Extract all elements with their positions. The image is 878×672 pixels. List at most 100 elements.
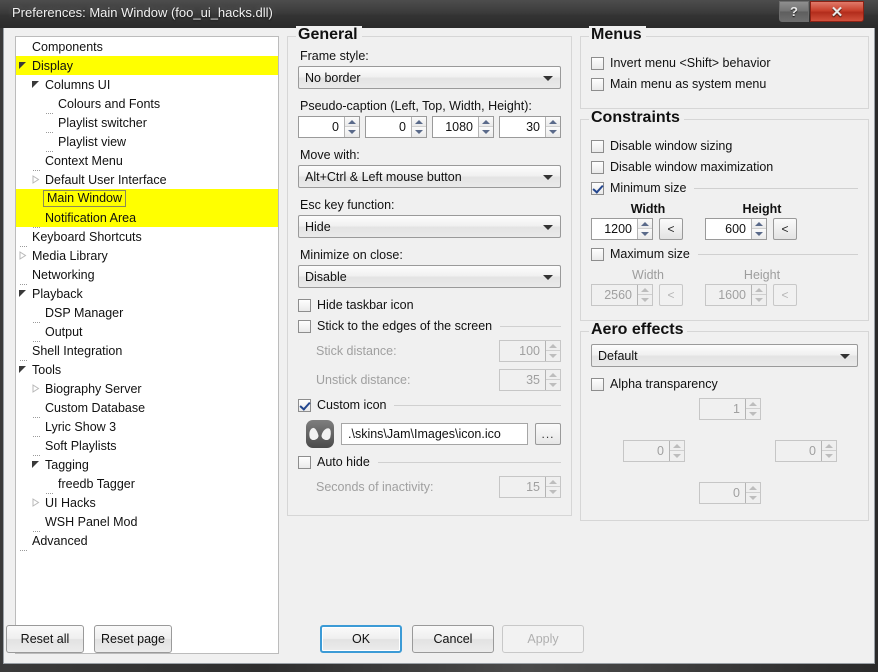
disable-sizing-checkbox[interactable] xyxy=(591,139,604,153)
stepper-buttons[interactable] xyxy=(637,219,652,239)
disable-sizing-row[interactable]: Disable window sizing xyxy=(591,139,858,153)
auto-hide-checkbox[interactable] xyxy=(298,455,311,469)
tree-expander-closed-icon[interactable] xyxy=(29,384,42,393)
tree-item-output[interactable]: Output xyxy=(16,322,278,342)
stepper-buttons[interactable] xyxy=(411,117,426,137)
help-button[interactable]: ? xyxy=(779,1,809,22)
tree-item-playback[interactable]: Playback xyxy=(16,284,278,303)
tree-item-notification-area[interactable]: Notification Area xyxy=(16,208,278,228)
browse-button[interactable]: ... xyxy=(535,423,561,445)
min-width-stepper[interactable]: 1200 xyxy=(591,218,653,240)
tree-expander-closed-icon[interactable] xyxy=(29,498,42,507)
ok-button[interactable]: OK xyxy=(320,625,402,653)
right-column: Menus Invert menu <Shift> behavior Main … xyxy=(580,26,869,531)
tree-item-default-user-interface[interactable]: Default User Interface xyxy=(16,170,278,189)
aero-preset-combo[interactable]: Default xyxy=(591,344,858,367)
tree-item-colours-and-fonts[interactable]: Colours and Fonts xyxy=(16,94,278,114)
invert-shift-checkbox[interactable] xyxy=(591,56,604,70)
tree-expander-closed-icon[interactable] xyxy=(29,175,42,184)
preferences-tree[interactable]: Components Display Columns UI Colours and F… xyxy=(15,36,279,654)
main-menu-system-checkbox[interactable] xyxy=(591,77,604,91)
reset-page-button[interactable]: Reset page xyxy=(94,625,172,653)
tree-item-playlist-switcher[interactable]: Playlist switcher xyxy=(16,113,278,133)
stepper-down-icon[interactable] xyxy=(638,229,652,239)
stepper-down-icon[interactable] xyxy=(752,229,766,239)
tree-item-components[interactable]: Components xyxy=(16,37,278,57)
pseudo-caption-left-stepper[interactable]: 0 xyxy=(298,116,360,138)
stick-edges-checkbox[interactable] xyxy=(298,319,311,333)
tree-item-context-menu[interactable]: Context Menu xyxy=(16,151,278,171)
tree-item-columns-ui[interactable]: Columns UI xyxy=(16,75,278,94)
esc-key-combo[interactable]: Hide xyxy=(298,215,561,238)
main-menu-system-row[interactable]: Main menu as system menu xyxy=(591,77,858,91)
tree-item-tagging[interactable]: Tagging xyxy=(16,455,278,474)
stepper-up-icon[interactable] xyxy=(479,117,493,127)
stepper-up-icon[interactable] xyxy=(412,117,426,127)
tree-expander-open-icon[interactable] xyxy=(16,289,29,298)
pseudo-caption-height-stepper[interactable]: 30 xyxy=(499,116,561,138)
tree-item-keyboard-shortcuts[interactable]: Keyboard Shortcuts xyxy=(16,227,278,247)
reset-all-button[interactable]: Reset all xyxy=(6,625,84,653)
minimum-size-row[interactable]: Minimum size xyxy=(591,181,858,195)
tree-item-ui-hacks[interactable]: UI Hacks xyxy=(16,493,278,512)
maximum-size-checkbox[interactable] xyxy=(591,247,604,261)
close-button[interactable]: ✕ xyxy=(810,1,864,22)
tree-item-biography-server[interactable]: Biography Server xyxy=(16,379,278,398)
tree-item-shell-integration[interactable]: Shell Integration xyxy=(16,341,278,361)
tree-item-playlist-view[interactable]: Playlist view xyxy=(16,132,278,152)
minimum-size-checkbox[interactable] xyxy=(591,181,604,195)
tree-item-advanced[interactable]: Advanced xyxy=(16,531,278,551)
tree-item-dsp-manager[interactable]: DSP Manager xyxy=(16,303,278,323)
stepper-up-icon[interactable] xyxy=(752,219,766,229)
custom-icon-checkbox[interactable] xyxy=(298,398,311,412)
tree-item-custom-database[interactable]: Custom Database xyxy=(16,398,278,418)
min-height-pick-button[interactable]: < xyxy=(773,218,797,240)
stepper-down-icon[interactable] xyxy=(412,127,426,137)
stepper-up-icon[interactable] xyxy=(546,117,560,127)
tree-item-main-window[interactable]: Main Window xyxy=(16,189,278,209)
min-width-pick-button[interactable]: < xyxy=(659,218,683,240)
tree-expander-closed-icon[interactable] xyxy=(16,251,29,260)
alpha-transparency-checkbox[interactable] xyxy=(591,377,604,391)
pseudo-caption-top-stepper[interactable]: 0 xyxy=(365,116,427,138)
cancel-button[interactable]: Cancel xyxy=(412,625,494,653)
custom-icon-row[interactable]: Custom icon xyxy=(298,398,561,412)
frame-style-combo[interactable]: No border xyxy=(298,66,561,89)
move-with-combo[interactable]: Alt+Ctrl & Left mouse button xyxy=(298,165,561,188)
tree-item-freedb-tagger[interactable]: freedb Tagger xyxy=(16,474,278,494)
stepper-buttons[interactable] xyxy=(478,117,493,137)
tree-item-display[interactable]: Display xyxy=(16,56,278,75)
stepper-buttons[interactable] xyxy=(344,117,359,137)
tree-expander-open-icon[interactable] xyxy=(29,460,42,469)
tree-expander-open-icon[interactable] xyxy=(16,61,29,70)
menus-group-title: Menus xyxy=(589,26,646,44)
tree-item-soft-playlists[interactable]: Soft Playlists xyxy=(16,436,278,456)
tree-item-lyric-show-3[interactable]: Lyric Show 3 xyxy=(16,417,278,437)
hide-taskbar-icon-checkbox[interactable] xyxy=(298,298,311,312)
tree-item-media-library[interactable]: Media Library xyxy=(16,246,278,265)
alpha-transparency-row[interactable]: Alpha transparency xyxy=(591,377,858,391)
invert-shift-row[interactable]: Invert menu <Shift> behavior xyxy=(591,56,858,70)
auto-hide-row[interactable]: Auto hide xyxy=(298,455,561,469)
min-height-stepper[interactable]: 600 xyxy=(705,218,767,240)
stepper-down-icon[interactable] xyxy=(546,127,560,137)
stepper-buttons[interactable] xyxy=(751,219,766,239)
minimize-on-close-combo[interactable]: Disable xyxy=(298,265,561,288)
tree-item-networking[interactable]: Networking xyxy=(16,265,278,285)
tree-item-wsh-panel-mod[interactable]: WSH Panel Mod xyxy=(16,512,278,532)
tree-expander-open-icon[interactable] xyxy=(29,80,42,89)
stepper-up-icon[interactable] xyxy=(638,219,652,229)
tree-item-tools[interactable]: Tools xyxy=(16,360,278,379)
disable-maximization-row[interactable]: Disable window maximization xyxy=(591,160,858,174)
custom-icon-path-input[interactable]: .\skins\Jam\Images\icon.ico xyxy=(341,423,528,445)
tree-expander-open-icon[interactable] xyxy=(16,365,29,374)
stepper-buttons[interactable] xyxy=(545,117,560,137)
hide-taskbar-icon-row[interactable]: Hide taskbar icon xyxy=(298,298,561,312)
disable-maximization-checkbox[interactable] xyxy=(591,160,604,174)
stick-edges-row[interactable]: Stick to the edges of the screen xyxy=(298,319,561,333)
stepper-up-icon[interactable] xyxy=(345,117,359,127)
stepper-down-icon[interactable] xyxy=(345,127,359,137)
stepper-down-icon[interactable] xyxy=(479,127,493,137)
pseudo-caption-width-stepper[interactable]: 1080 xyxy=(432,116,494,138)
maximum-size-row[interactable]: Maximum size xyxy=(591,247,858,261)
